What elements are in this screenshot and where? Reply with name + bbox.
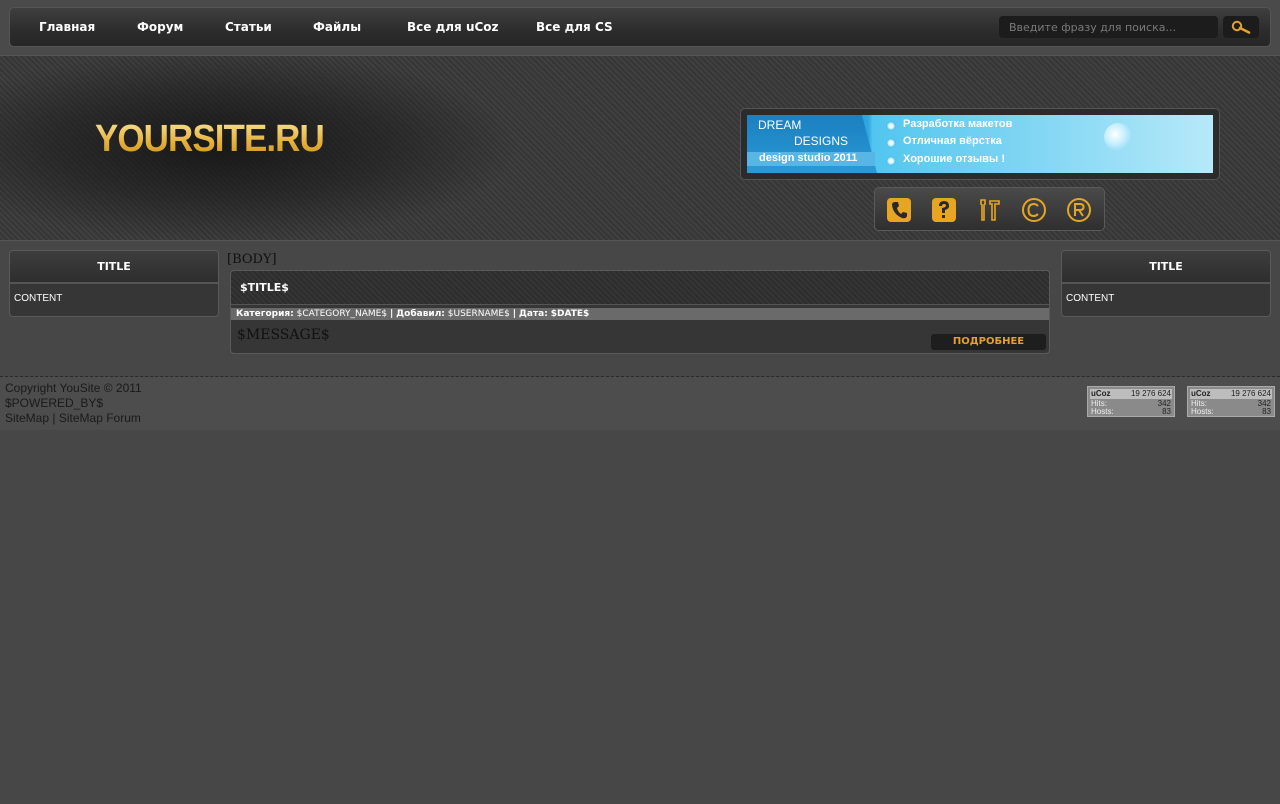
site-footer: Copyright YouSite © 2011 $POWERED_BY$ Si… xyxy=(0,377,1280,430)
sitemap-forum-link[interactable]: SiteMap Forum xyxy=(59,411,141,425)
search-input[interactable] xyxy=(999,16,1218,38)
left-block-content: CONTENT xyxy=(14,293,63,304)
nav-item-forum[interactable]: Форум xyxy=(137,8,183,46)
header-icon-bar xyxy=(874,187,1105,231)
main-nav: Главная Форум Статьи Файлы Все для uCoz … xyxy=(9,7,1271,47)
counter-hosts-label: Hosts: xyxy=(1191,407,1214,416)
search-button[interactable] xyxy=(1223,16,1259,38)
right-sidebar-block: TITLE CONTENT xyxy=(1061,250,1271,317)
site-logo[interactable]: YOURSITE.RU xyxy=(95,118,325,161)
sitemap-separator: | xyxy=(52,411,56,425)
counter-hosts-label: Hosts: xyxy=(1091,407,1114,416)
left-block-title: TITLE xyxy=(10,251,218,284)
top-bar: Главная Форум Статьи Файлы Все для uCoz … xyxy=(0,0,1280,55)
copyright-icon[interactable] xyxy=(1021,197,1047,223)
ucoz-logo-icon: uCoz xyxy=(1091,389,1111,398)
entry-message: $MESSAGE$ xyxy=(237,327,330,343)
banner-line1: DREAM xyxy=(758,118,802,132)
left-sidebar-block: TITLE CONTENT xyxy=(9,250,219,317)
counter-hosts-value: 83 xyxy=(1262,407,1271,416)
banner-line2: DESIGNS xyxy=(794,134,849,148)
counter-hosts-row: Hosts: 83 xyxy=(1191,408,1271,416)
banner-bullet-2: Отличная вёрстка xyxy=(903,135,1002,147)
nav-item-ucoz[interactable]: Все для uCoz xyxy=(407,8,499,46)
bullet-icon xyxy=(886,121,896,131)
author-value[interactable]: $USERNAME$ xyxy=(448,309,510,319)
category-value[interactable]: $CATEGORY_NAME$ xyxy=(297,309,387,319)
author-label: Добавил: xyxy=(396,309,445,319)
meta-separator: | xyxy=(389,309,394,319)
body-placeholder: [BODY] xyxy=(227,252,277,267)
help-icon[interactable] xyxy=(931,197,957,223)
nav-item-home[interactable]: Главная xyxy=(39,8,95,46)
site-header: YOURSITE.RU DREAM DESIGNS design studio … xyxy=(0,55,1280,241)
right-block-content: CONTENT xyxy=(1066,293,1115,304)
advert-banner[interactable]: DREAM DESIGNS design studio 2011 Разрабо… xyxy=(740,108,1220,180)
bullet-icon xyxy=(886,138,896,148)
ucoz-logo-icon: uCoz xyxy=(1191,389,1211,398)
nav-item-articles[interactable]: Статьи xyxy=(225,8,272,46)
ucoz-counter[interactable]: uCoz 19 276 624 Hits: 342 Hosts: 83 xyxy=(1187,386,1275,417)
read-more-button[interactable]: ПОДРОБНЕЕ xyxy=(931,334,1046,350)
counter-total: 19 276 624 xyxy=(1130,389,1171,398)
sitemap-link[interactable]: SiteMap xyxy=(5,411,49,425)
meta-separator: | xyxy=(512,309,516,319)
powered-by-text: $POWERED_BY$ xyxy=(5,396,104,410)
counter-hosts-row: Hosts: 83 xyxy=(1091,408,1171,416)
nav-menu: Главная Форум Статьи Файлы Все для uCoz … xyxy=(10,8,613,46)
date-label: Дата: xyxy=(518,309,548,319)
banner-bullet-1: Разработка макетов xyxy=(903,118,1013,130)
banner-studio: design studio 2011 xyxy=(759,152,858,164)
phone-icon[interactable] xyxy=(886,197,912,223)
entry-item: $TITLE$ Категория: $CATEGORY_NAME$ | Доб… xyxy=(230,270,1050,354)
bullet-icon xyxy=(886,156,896,166)
counter-total: 19 276 624 xyxy=(1230,389,1271,398)
banner-bubble-decoration xyxy=(1104,123,1132,151)
counter-header: uCoz 19 276 624 xyxy=(1090,389,1172,399)
search-icon xyxy=(1231,20,1251,34)
banner-image: DREAM DESIGNS design studio 2011 Разрабо… xyxy=(747,115,1213,173)
copyright-text: Copyright YouSite © 2011 xyxy=(5,381,142,395)
tools-icon[interactable] xyxy=(976,197,1002,223)
banner-bullet-3: Хорошие отзывы ! xyxy=(903,153,1006,165)
date-value: $DATE$ xyxy=(550,309,590,319)
nav-item-cs[interactable]: Все для CS xyxy=(536,8,613,46)
entry-meta: Категория: $CATEGORY_NAME$ | Добавил: $U… xyxy=(231,308,1049,320)
category-label: Категория: xyxy=(236,309,294,319)
sitemap-links: SiteMap | SiteMap Forum xyxy=(5,411,141,425)
right-block-title: TITLE xyxy=(1062,251,1270,284)
registered-icon[interactable] xyxy=(1066,197,1092,223)
counter-hosts-value: 83 xyxy=(1162,407,1171,416)
page-background xyxy=(0,430,1280,804)
entry-title[interactable]: $TITLE$ xyxy=(231,271,1049,305)
counter-header: uCoz 19 276 624 xyxy=(1190,389,1272,399)
ucoz-counter[interactable]: uCoz 19 276 624 Hits: 342 Hosts: 83 xyxy=(1087,386,1175,417)
nav-item-files[interactable]: Файлы xyxy=(313,8,361,46)
